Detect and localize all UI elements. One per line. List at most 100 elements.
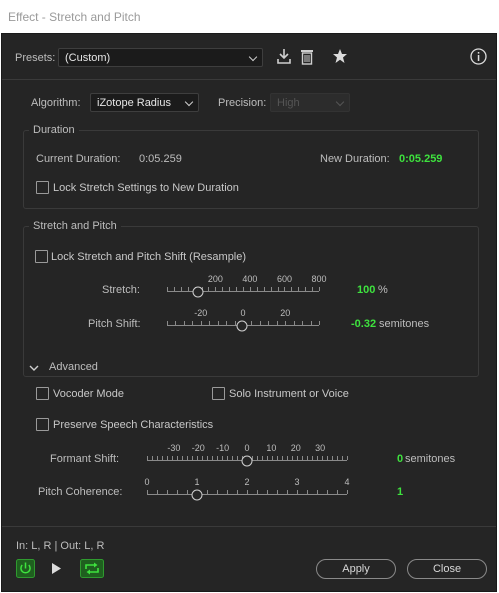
footer-divider (2, 526, 496, 527)
slider-tick (192, 456, 193, 460)
new-duration-value[interactable]: 0:05.259 (399, 153, 442, 165)
slider-tick (197, 456, 198, 460)
slider-tick (272, 456, 273, 460)
power-icon[interactable] (16, 559, 35, 578)
slider-tick (217, 490, 218, 494)
solo-instrument-checkbox[interactable] (212, 387, 225, 400)
slider-tick (250, 287, 251, 291)
slider-tick (147, 456, 148, 460)
pitch-shift-slider[interactable]: -20 0 20 (167, 308, 320, 334)
current-duration-value: 0:05.259 (139, 153, 182, 165)
slider-tick (217, 456, 218, 460)
slider-tick (247, 490, 248, 494)
stretch-value[interactable]: 100 (357, 284, 375, 296)
pitch-coherence-value[interactable]: 1 (397, 486, 403, 498)
slider-tick-label: 3 (294, 477, 300, 487)
formant-shift-value[interactable]: 0 (397, 453, 403, 465)
slider-tick (292, 456, 293, 460)
slider-tick (332, 456, 333, 460)
delete-preset-icon[interactable] (300, 48, 314, 66)
slider-tick (187, 456, 188, 460)
slider-tick (337, 456, 338, 460)
slider-tick (201, 321, 202, 325)
slider-thumb[interactable] (192, 286, 204, 298)
slider-track[interactable] (147, 494, 347, 495)
slider-tick (312, 287, 313, 291)
slider-tick-label: 200 (207, 274, 223, 284)
pitch-shift-value[interactable]: -0.32 (351, 318, 376, 330)
header-divider (2, 79, 496, 80)
slider-tick (267, 456, 268, 460)
precision-value: High (277, 97, 300, 109)
preserve-speech-checkbox[interactable] (36, 418, 49, 431)
slider-tick (257, 456, 258, 460)
window-titlebar: Effect - Stretch and Pitch (0, 0, 499, 33)
presets-select[interactable]: (Custom) (58, 48, 263, 67)
slider-tick (284, 287, 285, 291)
slider-thumb[interactable] (191, 489, 203, 501)
slider-tick (174, 287, 175, 291)
slider-tick (218, 321, 219, 325)
precision-select[interactable]: High (270, 93, 350, 112)
slider-tick (187, 490, 188, 494)
info-icon[interactable] (470, 48, 487, 65)
slider-tick (157, 456, 158, 460)
advanced-section-title[interactable]: Advanced (49, 361, 98, 373)
slider-tick (278, 287, 279, 291)
slider-tick-label: 600 (276, 274, 292, 284)
slider-tick (307, 490, 308, 494)
lock-stretch-pitch-checkbox[interactable] (35, 250, 48, 263)
slider-tick (181, 287, 182, 291)
slider-thumb[interactable] (236, 320, 248, 332)
slider-tick-label: 1 (194, 477, 200, 487)
chevron-down-icon (184, 97, 194, 107)
favorite-star-icon[interactable] (332, 48, 348, 64)
loop-icon[interactable] (80, 559, 104, 578)
slider-tick (184, 321, 185, 325)
download-preset-icon[interactable] (276, 48, 292, 66)
slider-tick (226, 321, 227, 325)
slider-tick-label: 0 (240, 308, 246, 318)
slider-tick-label: 10 (266, 443, 277, 453)
close-button[interactable]: Close (407, 559, 487, 579)
slider-tick (172, 456, 173, 460)
slider-tick (188, 287, 189, 291)
vocoder-mode-label: Vocoder Mode (53, 388, 124, 400)
slider-tick (342, 456, 343, 460)
stretch-slider[interactable]: 200 400 600 800 (167, 274, 327, 300)
slider-tick (167, 456, 168, 460)
slider-tick (262, 456, 263, 460)
pitch-shift-unit: semitones (379, 318, 430, 330)
pitch-coherence-slider[interactable]: 0 1 2 3 4 (144, 477, 350, 503)
slider-tick (277, 490, 278, 494)
slider-tick (294, 321, 295, 325)
algorithm-select[interactable]: iZotope Radius (90, 93, 199, 112)
slider-tick (237, 490, 238, 494)
slider-tick (337, 490, 338, 494)
slider-tick (222, 287, 223, 291)
slider-tick (287, 490, 288, 494)
slider-tick (236, 287, 237, 291)
apply-button[interactable]: Apply (316, 559, 396, 579)
window-title: Effect - Stretch and Pitch (8, 10, 141, 24)
chevron-down-icon[interactable] (29, 363, 39, 371)
slider-thumb[interactable] (241, 455, 253, 467)
formant-shift-slider[interactable]: -30 -20 -10 0 10 20 30 (147, 443, 348, 469)
slider-tick (285, 321, 286, 325)
lock-stretch-duration-checkbox[interactable] (36, 181, 49, 194)
vocoder-mode-checkbox[interactable] (36, 387, 49, 400)
slider-tick (277, 321, 278, 325)
slider-tick-label: -30 (167, 443, 181, 453)
slider-tick-label: 30 (315, 443, 326, 453)
slider-tick (298, 287, 299, 291)
slider-tick (157, 490, 158, 494)
slider-tick (177, 456, 178, 460)
slider-tick (317, 456, 318, 460)
play-icon[interactable] (50, 562, 62, 575)
slider-tick-label: 800 (311, 274, 327, 284)
slider-track[interactable] (167, 291, 319, 292)
stretch-pitch-dialog: Presets: (Custom) Algorithm: iZotope Rad… (1, 33, 497, 592)
slider-tick-label: -20 (194, 308, 208, 318)
slider-tick (257, 490, 258, 494)
slider-tick (319, 287, 320, 291)
